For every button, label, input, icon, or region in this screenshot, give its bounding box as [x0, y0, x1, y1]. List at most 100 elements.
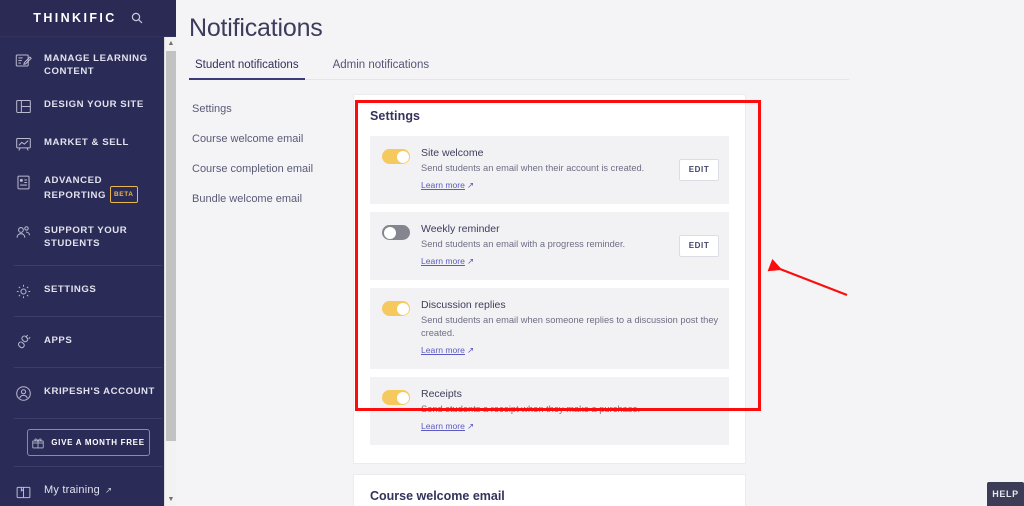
sidebar-item-account[interactable]: KRIPESH'S ACCOUNT	[0, 374, 176, 412]
sidebar-item-support-your-students[interactable]: SUPPORT YOUR STUDENTS	[0, 213, 176, 259]
setting-text: Discussion replies Send students an emai…	[421, 298, 719, 358]
external-link-icon: ↗	[466, 345, 475, 355]
toggle-site-welcome[interactable]	[382, 149, 410, 164]
setting-row: Receipts Send students a receipt when th…	[370, 377, 729, 445]
gift-icon	[31, 436, 45, 450]
cards-column: Settings Site welcome Send students an e…	[341, 94, 1024, 506]
toggle-knob	[383, 226, 396, 239]
people-icon	[14, 223, 33, 242]
sidebar-item-design-your-site[interactable]: DESIGN YOUR SITE	[0, 87, 176, 125]
sub-navigation: Settings Course welcome email Course com…	[176, 94, 341, 506]
edit-document-icon	[14, 51, 33, 70]
give-a-month-free-button[interactable]: GIVE A MONTH FREE	[26, 429, 150, 456]
edit-button-site-welcome[interactable]: EDIT	[679, 158, 719, 181]
scrollbar-thumb[interactable]	[166, 51, 176, 441]
clipboard-report-icon	[14, 173, 33, 192]
setting-row: Discussion replies Send students an emai…	[370, 288, 729, 369]
toggle-receipts[interactable]	[382, 390, 410, 405]
setting-name: Receipts	[421, 388, 462, 400]
setting-name: Discussion replies	[421, 299, 506, 311]
sidebar-item-advanced-reporting[interactable]: ADVANCED REPORTING BETA	[0, 163, 176, 213]
edit-button-weekly-reminder[interactable]: EDIT	[679, 234, 719, 257]
setting-description: Send students an email when their accoun…	[421, 163, 645, 173]
content-row: Settings Course welcome email Course com…	[176, 94, 1024, 506]
beta-badge: BETA	[109, 186, 138, 203]
sidebar-scrollbar[interactable]: ▲ ▼	[164, 37, 176, 506]
sidebar-item-label: SETTINGS	[44, 284, 97, 295]
tab-bar: Student notifications Admin notification…	[189, 54, 849, 80]
external-link-icon: ↗	[466, 180, 475, 190]
learn-more-label: Learn more	[421, 256, 465, 266]
sidebar-item-text: ADVANCED REPORTING	[44, 175, 106, 202]
sidebar-divider-5	[14, 466, 162, 467]
sidebar-item-my-training[interactable]: My training ↗	[0, 473, 176, 506]
scroll-down-arrow-icon[interactable]: ▼	[165, 493, 176, 506]
brand-logo: THINKIFIC	[33, 11, 117, 25]
gift-button-label: GIVE A MONTH FREE	[51, 438, 145, 447]
sidebar-divider-2	[14, 316, 162, 317]
gear-icon	[14, 282, 33, 301]
main-content: Notifications Student notifications Admi…	[176, 0, 1024, 506]
external-link-icon: ↗	[466, 421, 475, 431]
plug-icon	[14, 333, 33, 352]
sidebar-item-label: DESIGN YOUR SITE	[44, 99, 144, 110]
layout-icon	[14, 97, 33, 116]
subnav-item-course-welcome-email[interactable]: Course welcome email	[192, 124, 341, 154]
subnav-item-course-completion-email[interactable]: Course completion email	[192, 154, 341, 184]
toggle-knob	[396, 302, 409, 315]
toggle-weekly-reminder[interactable]	[382, 225, 410, 240]
page-title: Notifications	[189, 14, 323, 42]
learn-more-label: Learn more	[421, 180, 465, 190]
sidebar-divider-3	[14, 367, 162, 368]
scroll-up-arrow-icon[interactable]: ▲	[165, 37, 176, 50]
search-icon[interactable]	[131, 12, 143, 24]
setting-row: Weekly reminder Send students an email w…	[370, 212, 729, 280]
settings-card-title: Settings	[370, 109, 421, 123]
sidebar-item-label: My training ↗	[44, 482, 112, 497]
sidebar-scroll-area: MANAGE LEARNING CONTENT DESIGN YOUR SITE	[0, 37, 176, 506]
settings-card: Settings Site welcome Send students an e…	[353, 94, 746, 464]
sidebar-item-label: ADVANCED REPORTING BETA	[44, 172, 166, 204]
sidebar-item-apps[interactable]: APPS	[0, 323, 176, 361]
sidebar-item-label: MARKET & SELL	[44, 137, 129, 148]
setting-name: Site welcome	[421, 147, 484, 159]
app-root: THINKIFIC MANAGE LEARNING CONTENT DESIGN…	[0, 0, 1024, 506]
chart-board-icon	[14, 135, 33, 154]
setting-description: Send students an email with a progress r…	[421, 239, 626, 249]
external-link-icon: ↗	[105, 485, 113, 495]
subnav-item-bundle-welcome-email[interactable]: Bundle welcome email	[192, 184, 341, 214]
sidebar-divider-4	[14, 418, 162, 419]
course-welcome-email-card: Course welcome email Course welcome emai…	[353, 474, 746, 506]
tab-admin-notifications[interactable]: Admin notifications	[327, 54, 436, 79]
learn-more-label: Learn more	[421, 345, 465, 355]
setting-row: Site welcome Send students an email when…	[370, 136, 729, 204]
sidebar-item-label: APPS	[44, 335, 73, 346]
help-widget-button[interactable]: HELP	[987, 482, 1024, 506]
setting-text: Site welcome Send students an email when…	[421, 146, 671, 193]
sidebar-divider-1	[14, 265, 162, 266]
book-icon	[14, 483, 33, 502]
learn-more-link[interactable]: Learn more ↗	[421, 180, 474, 191]
sidebar-item-market-and-sell[interactable]: MARKET & SELL	[0, 125, 176, 163]
learn-more-link[interactable]: Learn more ↗	[421, 345, 474, 356]
learn-more-link[interactable]: Learn more ↗	[421, 421, 474, 432]
setting-name: Weekly reminder	[421, 223, 500, 235]
tab-student-notifications[interactable]: Student notifications	[189, 54, 305, 80]
toggle-knob	[396, 391, 409, 404]
setting-description: Send students a receipt when they make a…	[421, 404, 641, 414]
sidebar-item-label: MANAGE LEARNING CONTENT	[44, 53, 148, 77]
toggle-discussion-replies[interactable]	[382, 301, 410, 316]
sidebar: THINKIFIC MANAGE LEARNING CONTENT DESIGN…	[0, 0, 176, 506]
external-link-icon: ↗	[466, 256, 475, 266]
subnav-item-settings[interactable]: Settings	[192, 94, 341, 124]
learn-more-link[interactable]: Learn more ↗	[421, 256, 474, 267]
toggle-knob	[396, 150, 409, 163]
sidebar-item-text: My training	[44, 484, 100, 496]
sidebar-item-label: KRIPESH'S ACCOUNT	[44, 386, 155, 397]
sidebar-item-settings[interactable]: SETTINGS	[0, 272, 176, 310]
setting-text: Receipts Send students a receipt when th…	[421, 387, 719, 434]
user-circle-icon	[14, 384, 33, 403]
learn-more-label: Learn more	[421, 421, 465, 431]
sidebar-item-manage-learning-content[interactable]: MANAGE LEARNING CONTENT	[0, 41, 176, 87]
sidebar-item-label: SUPPORT YOUR STUDENTS	[44, 225, 128, 249]
